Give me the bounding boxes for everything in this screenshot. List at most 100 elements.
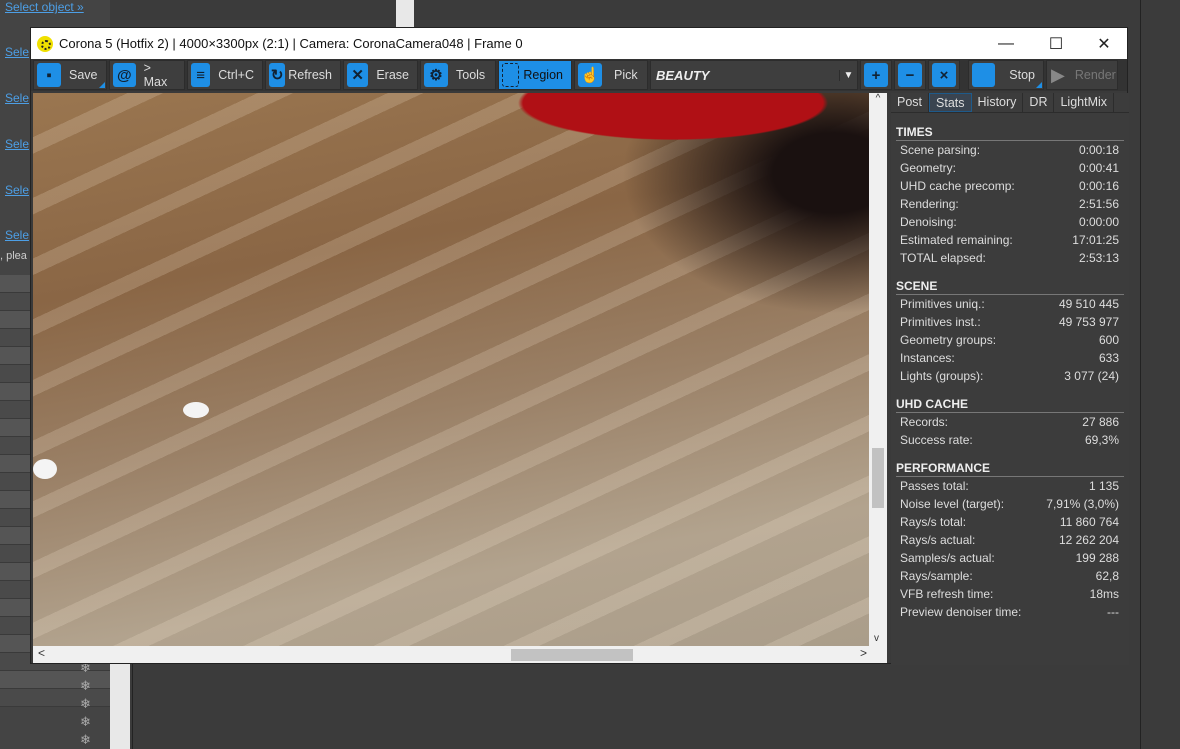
chevron-down-icon: ▼ (839, 69, 857, 81)
channel-select[interactable]: BEAUTY ▼ (650, 60, 858, 90)
stats-value: 69,3% (1084, 433, 1119, 447)
render-label: Render (1074, 68, 1116, 82)
pick-label: Pick (614, 68, 638, 82)
render-button[interactable]: ▶ Render (1046, 60, 1118, 90)
hand-pointer-icon: ☝ (578, 63, 602, 87)
stats-label: Primitives inst.: (900, 315, 981, 329)
tab-stats[interactable]: Stats (929, 93, 972, 112)
stats-label: Rays/s total: (900, 515, 967, 529)
erase-label: Erase (376, 68, 409, 82)
background-text: , plea (0, 250, 27, 262)
stats-value: 0:00:16 (1078, 179, 1119, 193)
scroll-right-icon[interactable]: > (860, 646, 867, 660)
corona-logo-icon (37, 35, 53, 52)
close-button[interactable]: ✕ (1079, 28, 1129, 59)
copy-label: Ctrl+C (218, 68, 254, 82)
play-icon: ▶ (1051, 64, 1065, 85)
region-icon (502, 63, 520, 87)
corona-vfb-window: Corona 5 (Hotfix 2) | 4000×3300px (2:1) … (30, 27, 1129, 665)
stats-row: Preview denoiser time: --- (891, 603, 1129, 621)
erase-button[interactable]: ✕ Erase (343, 60, 418, 90)
stats-label: Denoising: (900, 215, 957, 229)
region-button[interactable]: Region (498, 60, 572, 90)
stats-label: Success rate: (900, 433, 973, 447)
stats-row: UHD cache precomp: 0:00:16 (891, 177, 1129, 195)
select-object-link[interactable]: Sele (5, 228, 29, 242)
select-object-link[interactable]: Sele (5, 91, 29, 105)
stats-value: 0:00:00 (1078, 215, 1119, 229)
zoom-in-button[interactable]: + (860, 60, 892, 90)
scroll-thumb[interactable] (872, 448, 884, 508)
stats-value: 11 860 764 (1059, 515, 1119, 529)
save-button[interactable]: ▪ Save (33, 60, 107, 90)
title-bar[interactable]: Corona 5 (Hotfix 2) | 4000×3300px (2:1) … (31, 28, 1127, 59)
stop-button[interactable]: Stop (968, 60, 1044, 90)
render-highlight (33, 459, 57, 479)
copy-button[interactable]: ≡ Ctrl+C (187, 60, 263, 90)
stats-value: 27 886 (1082, 415, 1119, 429)
scroll-down-icon[interactable]: v (874, 633, 879, 644)
panel-tabs: Post Stats History DR LightMix (891, 93, 1129, 113)
stats-label: Geometry: (900, 161, 957, 175)
snowflake-icon: ❄ (80, 678, 91, 693)
zoom-reset-button[interactable]: × (928, 60, 960, 90)
stats-section-title: TIMES (896, 125, 1124, 141)
stats-label: Rays/s actual: (900, 533, 976, 547)
select-object-link[interactable]: Sele (5, 183, 29, 197)
stats-label: VFB refresh time: (900, 587, 994, 601)
stats-row: VFB refresh time: 18ms (891, 585, 1129, 603)
stats-value: 3 077 (24) (1064, 369, 1119, 383)
zoom-reset-icon: × (932, 63, 956, 87)
select-object-link[interactable]: Sele (5, 45, 29, 59)
render-viewport[interactable] (33, 93, 869, 646)
stats-row: Passes total: 1 135 (891, 477, 1129, 495)
stats-label: Samples/s actual: (900, 551, 995, 565)
erase-icon: ✕ (347, 63, 369, 87)
stats-value: 199 288 (1075, 551, 1119, 565)
maximize-button[interactable]: ☐ (1031, 28, 1081, 59)
stats-row: Noise level (target): 7,91% (3,0%) (891, 495, 1129, 513)
stats-row: Success rate: 69,3% (891, 431, 1129, 449)
save-icon: ▪ (37, 63, 61, 87)
save-label: Save (69, 68, 98, 82)
stats-row: Scene parsing: 0:00:18 (891, 141, 1129, 159)
stats-row: Rays/s total: 11 860 764 (891, 513, 1129, 531)
scroll-left-icon[interactable]: < (38, 646, 45, 660)
max-button[interactable]: @ > Max (109, 60, 185, 90)
stats-value: 1 135 (1088, 479, 1119, 493)
stats-label: Preview denoiser time: (900, 605, 1022, 619)
pick-button[interactable]: ☝ Pick (574, 60, 648, 90)
horizontal-scrollbar[interactable]: < > (33, 646, 887, 663)
tab-lightmix[interactable]: LightMix (1054, 93, 1115, 112)
stats-value: 600 (1098, 333, 1119, 347)
snowflake-icon: ❄ (80, 714, 91, 729)
stats-row: Geometry groups: 600 (891, 331, 1129, 349)
stats-row: Records: 27 886 (891, 413, 1129, 431)
vertical-scrollbar[interactable]: ^ v (869, 93, 887, 646)
tab-history[interactable]: History (972, 93, 1024, 112)
tab-post[interactable]: Post (891, 93, 930, 112)
stats-row: Rays/sample: 62,8 (891, 567, 1129, 585)
stats-value: 2:53:13 (1078, 251, 1119, 265)
zoom-out-button[interactable]: − (894, 60, 926, 90)
stats-section-title: SCENE (896, 279, 1124, 295)
scroll-thumb[interactable] (511, 649, 633, 661)
minimize-button[interactable]: — (981, 28, 1031, 59)
tab-dr[interactable]: DR (1023, 93, 1055, 112)
select-object-link[interactable]: Sele (5, 137, 29, 151)
stats-row: Rendering: 2:51:56 (891, 195, 1129, 213)
stats-row: TOTAL elapsed: 2:53:13 (891, 249, 1129, 267)
refresh-button[interactable]: ↻ Refresh (265, 60, 341, 90)
select-object-link[interactable]: Select object » (5, 0, 84, 14)
stats-label: Instances: (900, 351, 955, 365)
stats-label: Noise level (target): (900, 497, 1005, 511)
zoom-in-icon: + (864, 63, 888, 87)
tools-button[interactable]: ⚙ Tools (420, 60, 496, 90)
scroll-up-icon[interactable]: ^ (876, 93, 881, 104)
gear-icon: ⚙ (424, 63, 448, 87)
stats-label: Rendering: (900, 197, 959, 211)
stats-value: 49 510 445 (1058, 297, 1119, 311)
window-title: Corona 5 (Hotfix 2) | 4000×3300px (2:1) … (59, 36, 523, 51)
stats-value: 7,91% (3,0%) (1046, 497, 1119, 511)
stats-row: Denoising: 0:00:00 (891, 213, 1129, 231)
